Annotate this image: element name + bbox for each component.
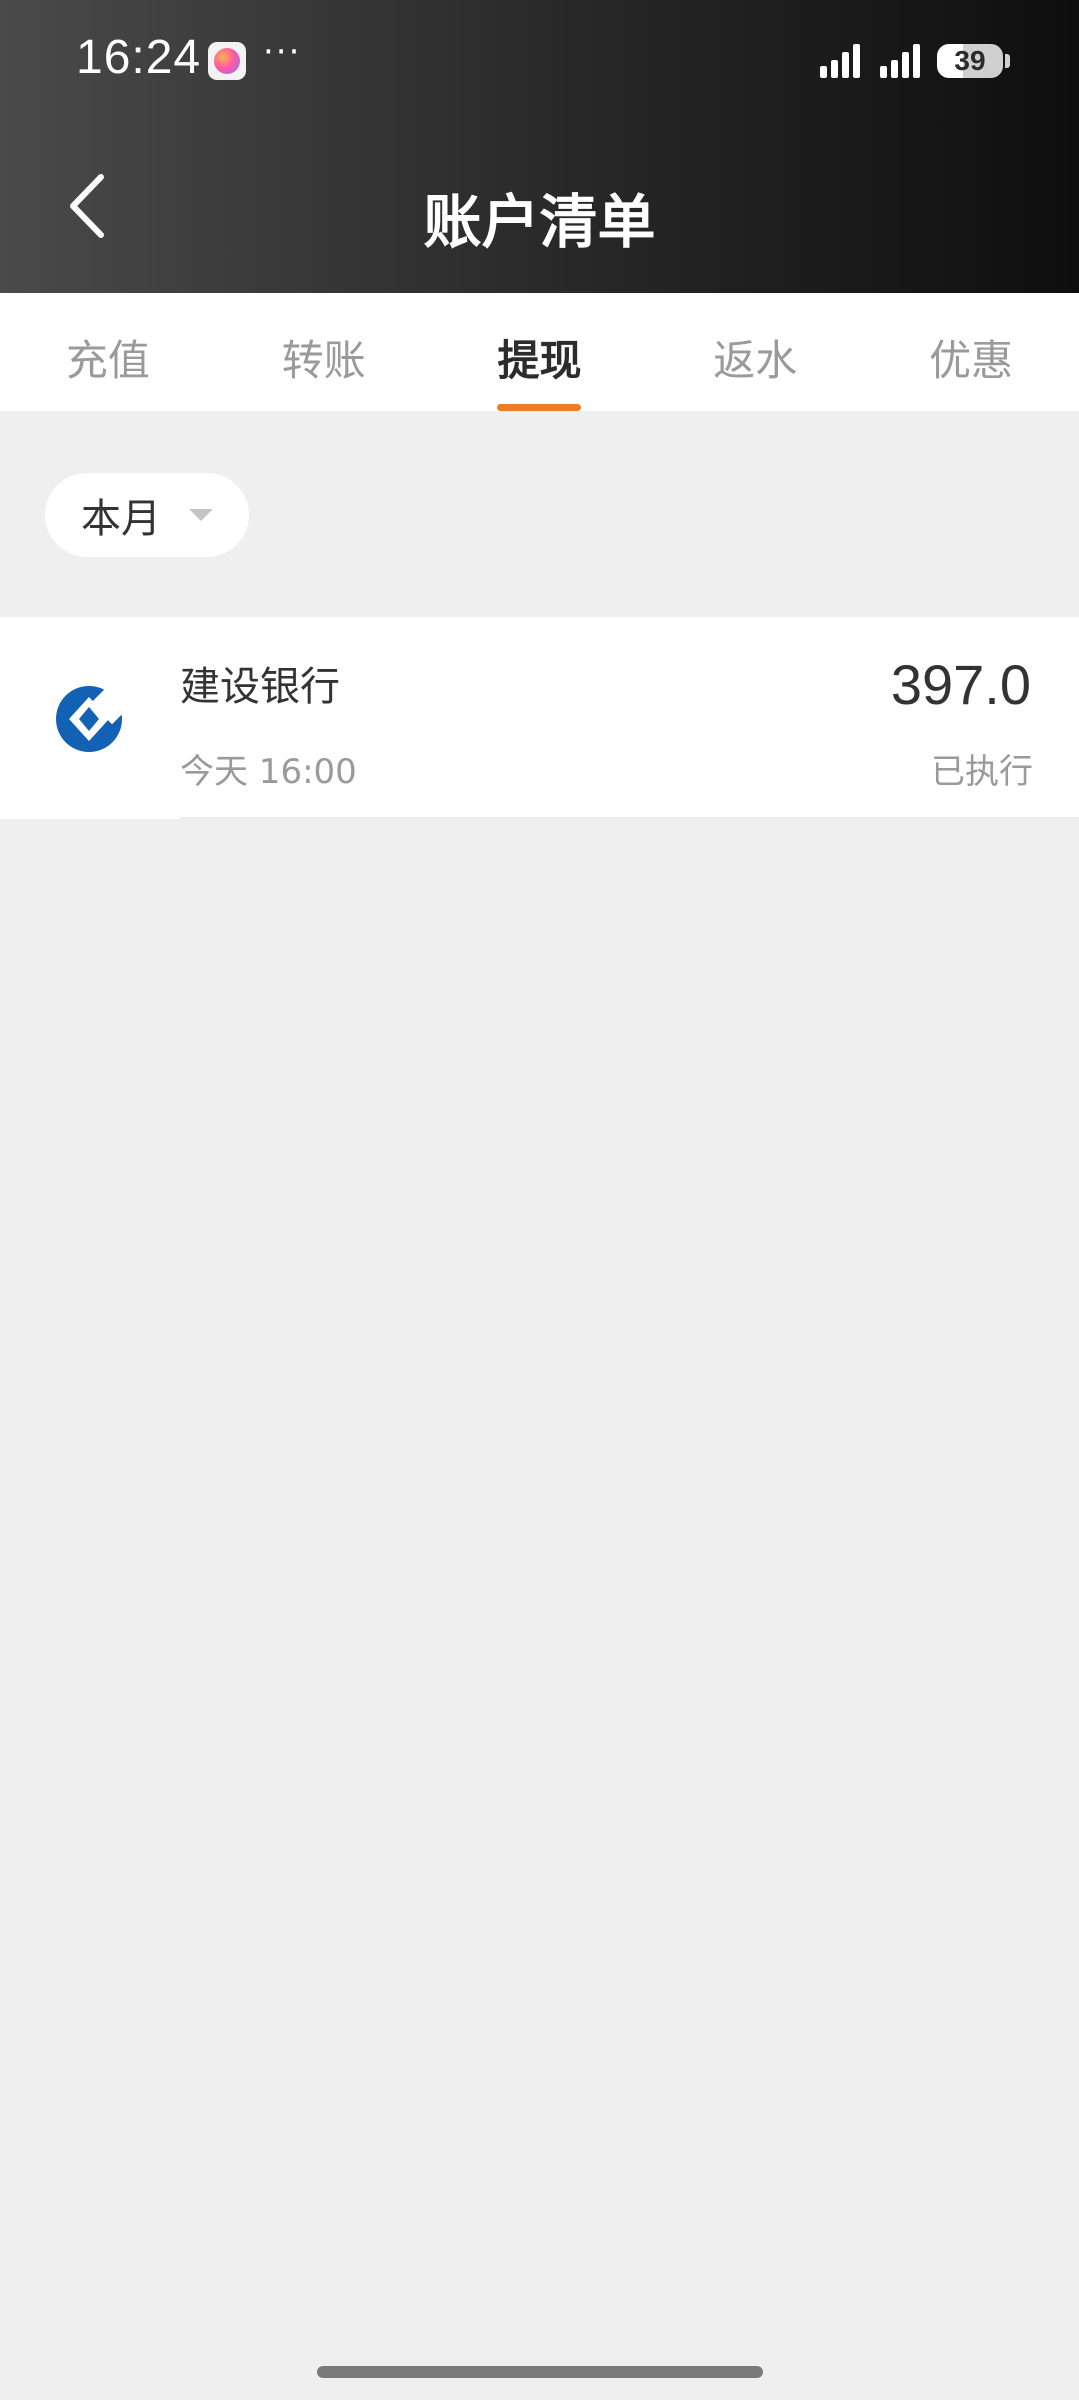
battery-icon: 39	[937, 44, 1003, 78]
battery-level-text: 39	[954, 45, 986, 76]
tab-recharge[interactable]: 充值	[0, 293, 216, 411]
record-time: 今天 16:00	[180, 752, 357, 792]
signal-icon	[820, 44, 860, 78]
tab-label: 优惠	[929, 336, 1014, 385]
active-tab-indicator	[497, 404, 582, 411]
list-item[interactable]: 建设银行 今天 16:00 397.0 已执行	[0, 617, 1079, 819]
tab-rebate[interactable]: 返水	[647, 293, 863, 411]
ccb-bank-logo-icon	[56, 686, 123, 752]
divider	[180, 817, 1079, 819]
tab-withdraw[interactable]: 提现	[432, 293, 648, 411]
tab-label: 返水	[713, 336, 798, 385]
status-time: 16:24	[76, 31, 202, 84]
caret-down-icon	[189, 509, 213, 521]
tab-label: 提现	[497, 336, 582, 385]
tab-label: 充值	[65, 336, 150, 385]
battery-tip	[1005, 54, 1010, 68]
tab-label: 转账	[281, 336, 366, 385]
screen: 16:24 ··· 39 账户清单 充值 转账 提现 返水 优惠 本月 建设银行…	[0, 0, 1079, 2400]
app-notification-icon	[208, 42, 246, 80]
record-status: 已执行	[931, 752, 1033, 792]
tab-promotion[interactable]: 优惠	[863, 293, 1079, 411]
page-title: 账户清单	[423, 188, 656, 256]
home-indicator[interactable]	[317, 2366, 763, 2378]
header: 16:24 ··· 39 账户清单	[0, 0, 1079, 293]
tab-bar: 充值 转账 提现 返水 优惠	[0, 293, 1079, 411]
bank-name: 建设银行	[180, 664, 340, 710]
status-more-icon: ···	[263, 32, 302, 72]
tab-transfer[interactable]: 转账	[216, 293, 432, 411]
record-amount: 397.0	[890, 653, 1031, 716]
period-filter-label: 本月	[81, 496, 161, 542]
period-filter-dropdown[interactable]: 本月	[45, 473, 249, 557]
signal-icon	[880, 44, 920, 78]
